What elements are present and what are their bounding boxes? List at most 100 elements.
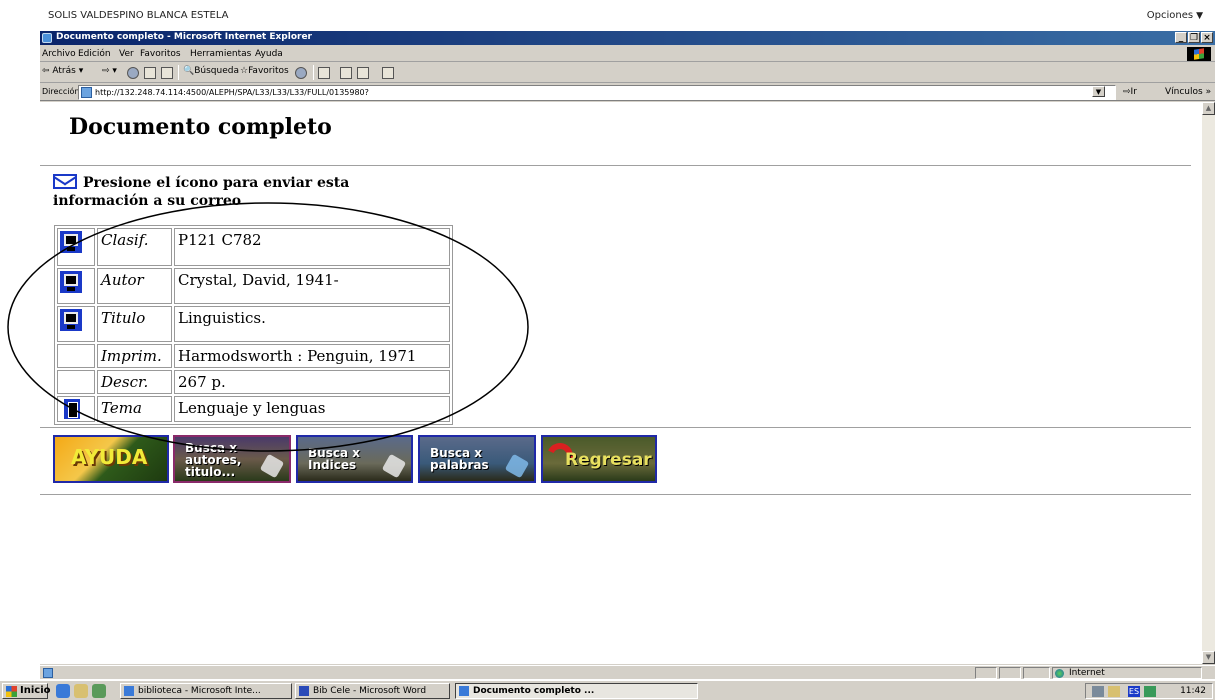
ie-icon bbox=[459, 686, 469, 696]
security-zone: Internet bbox=[1052, 667, 1202, 679]
globe-icon bbox=[1055, 669, 1064, 678]
go-label: Ir bbox=[1130, 87, 1137, 97]
page-icon bbox=[81, 87, 92, 98]
restore-button[interactable]: ❐ bbox=[1188, 32, 1200, 43]
divider bbox=[40, 165, 1191, 167]
favorites-label: Favoritos bbox=[248, 66, 289, 76]
help-button[interactable]: AYUDA bbox=[53, 435, 169, 483]
envelope-icon[interactable] bbox=[53, 174, 77, 189]
menu-ayuda[interactable]: Ayuda bbox=[255, 49, 283, 59]
start-label: Inicio bbox=[20, 685, 51, 696]
menu-favoritos[interactable]: Favoritos bbox=[140, 49, 181, 59]
browser-window: Documento completo - Microsoft Internet … bbox=[40, 31, 1215, 679]
history-icon[interactable] bbox=[295, 67, 307, 79]
home-icon[interactable] bbox=[161, 67, 173, 79]
search-indexes-label: Busca x Indices bbox=[308, 446, 360, 472]
search-words-button[interactable]: Busca x palabras bbox=[418, 435, 536, 483]
help-button-label: AYUDA bbox=[71, 445, 148, 469]
field-value: Crystal, David, 1941- bbox=[174, 268, 450, 304]
outlook-quicklaunch-icon[interactable] bbox=[74, 684, 88, 698]
task-word[interactable]: Bib Cele - Microsoft Word bbox=[295, 683, 450, 699]
windows-logo-icon bbox=[1187, 47, 1211, 61]
field-label: Imprim. bbox=[97, 344, 172, 368]
close-button[interactable]: × bbox=[1201, 32, 1213, 43]
search-authors-label: Busca x autores, titulo... bbox=[185, 441, 242, 479]
field-value: Lenguaje y lenguas bbox=[174, 396, 450, 422]
mail-instruction: Presione el ícono para enviar esta infor… bbox=[53, 175, 350, 209]
network-icon[interactable] bbox=[1092, 686, 1104, 697]
status-cell bbox=[1023, 667, 1050, 679]
edit-icon[interactable] bbox=[357, 67, 369, 79]
stop-icon[interactable] bbox=[127, 67, 139, 79]
back-page-label: Regresar bbox=[565, 450, 652, 470]
links-button[interactable]: Vínculos » bbox=[1165, 87, 1211, 97]
volume-icon[interactable] bbox=[1108, 686, 1120, 697]
address-label: Dirección bbox=[42, 87, 80, 96]
pen-icon bbox=[259, 453, 285, 479]
divider bbox=[40, 494, 1191, 496]
page-title: Documento completo bbox=[69, 114, 332, 140]
window-title: Documento completo - Microsoft Internet … bbox=[56, 32, 312, 42]
record-row: Autor Crystal, David, 1941- bbox=[57, 268, 450, 304]
address-bar: Dirección http://132.248.74.114:4500/ALE… bbox=[40, 84, 1215, 101]
discuss-icon[interactable] bbox=[382, 67, 394, 79]
ie-quicklaunch-icon[interactable] bbox=[56, 684, 70, 698]
search-indexes-button[interactable]: Busca x Indices bbox=[296, 435, 413, 483]
record-row: Clasif. P121 C782 bbox=[57, 228, 450, 266]
vertical-scrollbar[interactable]: ▲ ▼ bbox=[1202, 102, 1215, 664]
go-button[interactable]: ⇨Ir bbox=[1123, 87, 1137, 97]
scroll-up-icon[interactable]: ▲ bbox=[1202, 102, 1215, 115]
icon-cell bbox=[57, 344, 95, 368]
hand-pointer-icon bbox=[381, 453, 407, 479]
address-url: http://132.248.74.114:4500/ALEPH/SPA/L33… bbox=[95, 88, 369, 97]
forward-button[interactable]: ⇨ ▾ bbox=[102, 66, 117, 76]
page-status-icon bbox=[43, 668, 53, 678]
toolbar-separator bbox=[313, 65, 314, 80]
record-row: Imprim. Harmodsworth : Penguin, 1971 bbox=[57, 344, 450, 368]
clock: 11:42 bbox=[1180, 686, 1206, 696]
book-icon[interactable] bbox=[64, 399, 80, 419]
menu-archivo[interactable]: Archivo bbox=[42, 49, 76, 59]
menu-edicion[interactable]: Edición bbox=[78, 49, 111, 59]
search-authors-button[interactable]: Busca x autores, titulo... bbox=[173, 435, 291, 483]
favorites-button[interactable]: ☆Favoritos bbox=[240, 66, 289, 76]
back-page-button[interactable]: Regresar bbox=[541, 435, 657, 483]
print-icon[interactable] bbox=[340, 67, 352, 79]
field-label: Titulo bbox=[97, 306, 172, 342]
computer-icon[interactable] bbox=[60, 309, 82, 331]
menu-ver[interactable]: Ver bbox=[119, 49, 134, 59]
options-menu[interactable]: Opciones ▼ bbox=[1147, 10, 1203, 21]
refresh-icon[interactable] bbox=[144, 67, 156, 79]
search-button[interactable]: 🔍Búsqueda bbox=[183, 66, 239, 76]
back-button[interactable]: ⇦ Atrás ▾ bbox=[42, 66, 83, 76]
page-content: Documento completo Presione el ícono par… bbox=[40, 102, 1202, 664]
icon-cell bbox=[57, 396, 95, 422]
field-label: Tema bbox=[97, 396, 172, 422]
task-documento-completo[interactable]: Documento completo ... bbox=[455, 683, 698, 699]
computer-icon[interactable] bbox=[60, 271, 82, 293]
menu-herramientas[interactable]: Herramientas bbox=[190, 49, 251, 59]
window-controls: _ ❐ × bbox=[1175, 32, 1213, 43]
scroll-down-icon[interactable]: ▼ bbox=[1202, 651, 1215, 664]
tray-app-icon[interactable] bbox=[1144, 686, 1156, 697]
computer-icon[interactable] bbox=[60, 231, 82, 253]
field-label: Clasif. bbox=[97, 228, 172, 266]
mail-icon[interactable] bbox=[318, 67, 330, 79]
language-indicator[interactable]: ES bbox=[1128, 686, 1140, 697]
icon-cell bbox=[57, 268, 95, 304]
address-input[interactable]: http://132.248.74.114:4500/ALEPH/SPA/L33… bbox=[78, 85, 1116, 100]
task-biblioteca[interactable]: biblioteca - Microsoft Inte... bbox=[120, 683, 292, 699]
task-label: Documento completo ... bbox=[473, 686, 595, 696]
window-titlebar[interactable]: Documento completo - Microsoft Internet … bbox=[40, 31, 1215, 45]
address-dropdown-icon[interactable]: ▼ bbox=[1092, 86, 1105, 97]
toolbar-separator bbox=[178, 65, 179, 80]
minimize-button[interactable]: _ bbox=[1175, 32, 1187, 43]
field-value: P121 C782 bbox=[174, 228, 450, 266]
ie-icon bbox=[42, 33, 52, 43]
mail-instruction-block: Presione el ícono para enviar esta infor… bbox=[53, 174, 403, 210]
username: SOLIS VALDESPINO BLANCA ESTELA bbox=[48, 10, 229, 21]
start-button[interactable]: Inicio bbox=[2, 683, 51, 699]
field-value: Linguistics. bbox=[174, 306, 450, 342]
status-bar: Internet bbox=[40, 665, 1215, 679]
desktop-quicklaunch-icon[interactable] bbox=[92, 684, 106, 698]
